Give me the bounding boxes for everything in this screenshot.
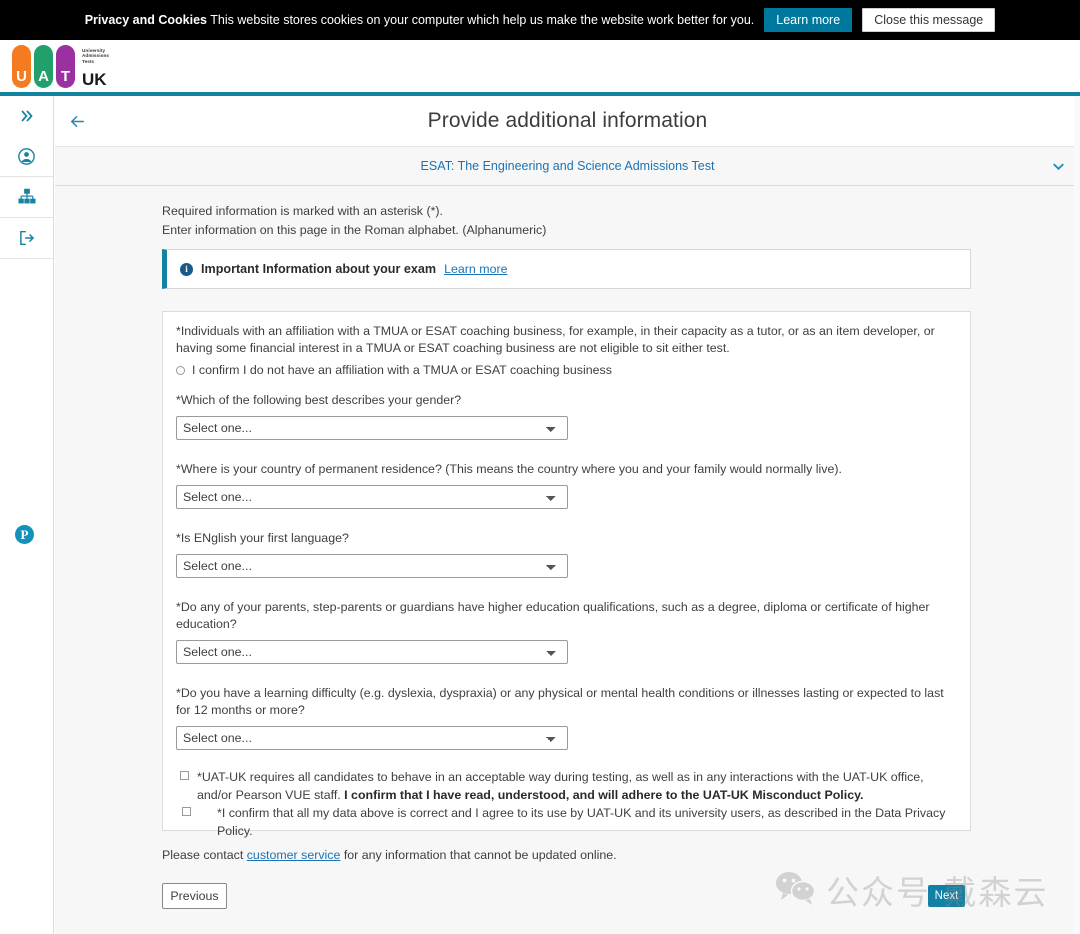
residence-label: *Where is your country of permanent resi… bbox=[176, 462, 842, 476]
page-title: Provide additional information bbox=[427, 109, 708, 132]
field-gender: *Which of the following best describes y… bbox=[176, 392, 956, 440]
sidebar-item-organisation[interactable] bbox=[0, 177, 53, 217]
sidebar-group-primary bbox=[0, 96, 53, 177]
brand-header: U A T University Admissions Tests UK bbox=[0, 40, 1080, 92]
gender-label: *Which of the following best describes y… bbox=[176, 393, 462, 407]
field-parent-education: *Do any of your parents, step-parents or… bbox=[176, 599, 956, 664]
important-info-learn-more-link[interactable]: Learn more bbox=[444, 262, 507, 276]
gender-select[interactable]: Select one... bbox=[176, 416, 568, 440]
sidebar-group-session bbox=[0, 218, 53, 259]
affiliation-statement: *Individuals with an affiliation with a … bbox=[176, 324, 935, 355]
page-header: Provide additional information bbox=[55, 96, 1080, 146]
cookie-close-button[interactable]: Close this message bbox=[862, 7, 996, 33]
logo-pill-t: T bbox=[56, 45, 75, 88]
exam-accordion-label: ESAT: The Engineering and Science Admiss… bbox=[420, 159, 715, 173]
parent-education-select[interactable]: Select one... bbox=[176, 640, 568, 664]
cookie-banner: Privacy and Cookies This website stores … bbox=[0, 0, 1080, 40]
logo-pill-u: U bbox=[12, 45, 31, 88]
note-after: for any information that cannot be updat… bbox=[340, 848, 617, 862]
exam-accordion-header[interactable]: ESAT: The Engineering and Science Admiss… bbox=[55, 146, 1080, 186]
field-affiliation: *Individuals with an affiliation with a … bbox=[176, 323, 956, 378]
info-circle-icon: i bbox=[180, 262, 193, 276]
affiliation-radio-label: I confirm I do not have an affiliation w… bbox=[192, 363, 612, 377]
cookie-learn-more-button[interactable]: Learn more bbox=[764, 7, 853, 33]
intro-alphabet-note: Enter information on this page in the Ro… bbox=[162, 223, 547, 237]
field-first-language: *Is ENglish your first language? Select … bbox=[176, 530, 956, 578]
page-root: Privacy and Cookies This website stores … bbox=[0, 0, 1080, 934]
parent-education-label: *Do any of your parents, step-parents or… bbox=[176, 600, 930, 631]
back-button[interactable] bbox=[68, 112, 88, 132]
residence-select[interactable]: Select one... bbox=[176, 485, 568, 509]
misconduct-checkbox-label: *UAT-UK requires all candidates to behav… bbox=[197, 768, 955, 804]
logo-wordmark: University Admissions Tests UK bbox=[82, 45, 140, 88]
customer-service-link[interactable]: customer service bbox=[247, 848, 341, 862]
checkbox-row-data-privacy[interactable]: *I confirm that all my data above is cor… bbox=[182, 804, 957, 840]
learning-difficulty-label: *Do you have a learning difficulty (e.g.… bbox=[176, 686, 944, 717]
data-privacy-checkbox[interactable] bbox=[182, 807, 191, 816]
important-info-banner: i Important Information about your exam … bbox=[162, 249, 971, 289]
sidebar-item-expand-menu[interactable] bbox=[0, 96, 53, 136]
user-circle-icon bbox=[18, 147, 35, 165]
affiliation-radio-row[interactable]: I confirm I do not have an affiliation w… bbox=[176, 363, 956, 378]
learning-difficulty-select[interactable]: Select one... bbox=[176, 726, 568, 750]
first-language-label: *Is ENglish your first language? bbox=[176, 531, 349, 545]
cookie-banner-title: Privacy and Cookies bbox=[84, 13, 207, 27]
uat-uk-logo[interactable]: U A T University Admissions Tests UK bbox=[12, 45, 140, 88]
page-scrollbar-track[interactable] bbox=[1074, 96, 1080, 934]
cookie-banner-message: This website stores cookies on your comp… bbox=[207, 13, 755, 27]
logo-tagline-line3: Tests bbox=[82, 58, 95, 64]
important-info-title: Important Information about your exam bbox=[201, 262, 437, 276]
additional-information-form: *Individuals with an affiliation with a … bbox=[162, 311, 971, 838]
pearson-logo-icon: P bbox=[15, 525, 34, 544]
previous-button[interactable]: Previous bbox=[162, 883, 227, 909]
arrow-left-icon bbox=[68, 115, 87, 135]
left-sidebar: P bbox=[0, 96, 54, 934]
logo-uk-text: UK bbox=[82, 70, 107, 89]
main-content: Required information is marked with an a… bbox=[55, 186, 1080, 934]
next-button[interactable]: Next bbox=[928, 885, 965, 907]
sitemap-icon bbox=[17, 188, 36, 206]
chevron-down-icon[interactable] bbox=[1051, 159, 1066, 179]
intro-required-note: Required information is marked with an a… bbox=[162, 204, 443, 218]
sidebar-group-org bbox=[0, 177, 53, 218]
chevron-double-right-icon bbox=[19, 108, 35, 124]
checkbox-row-misconduct[interactable]: *UAT-UK requires all candidates to behav… bbox=[180, 768, 955, 804]
field-residence: *Where is your country of permanent resi… bbox=[176, 461, 956, 509]
field-learning-difficulty: *Do you have a learning difficulty (e.g.… bbox=[176, 685, 956, 750]
logo-tagline: University Admissions Tests bbox=[82, 48, 109, 64]
first-language-select[interactable]: Select one... bbox=[176, 554, 568, 578]
cookie-banner-text: Privacy and Cookies This website stores … bbox=[85, 13, 755, 27]
sidebar-item-sign-out[interactable] bbox=[0, 218, 53, 258]
data-privacy-checkbox-label: *I confirm that all my data above is cor… bbox=[217, 806, 946, 838]
customer-service-note: Please contact customer service for any … bbox=[162, 848, 617, 862]
affiliation-radio[interactable] bbox=[176, 366, 185, 375]
note-before: Please contact bbox=[162, 848, 247, 862]
logout-icon bbox=[18, 229, 36, 247]
misconduct-text-bold: I confirm that I have read, understood, … bbox=[344, 788, 864, 802]
sidebar-item-account[interactable] bbox=[0, 136, 53, 176]
misconduct-checkbox[interactable] bbox=[180, 771, 189, 780]
logo-pill-a: A bbox=[34, 45, 53, 88]
